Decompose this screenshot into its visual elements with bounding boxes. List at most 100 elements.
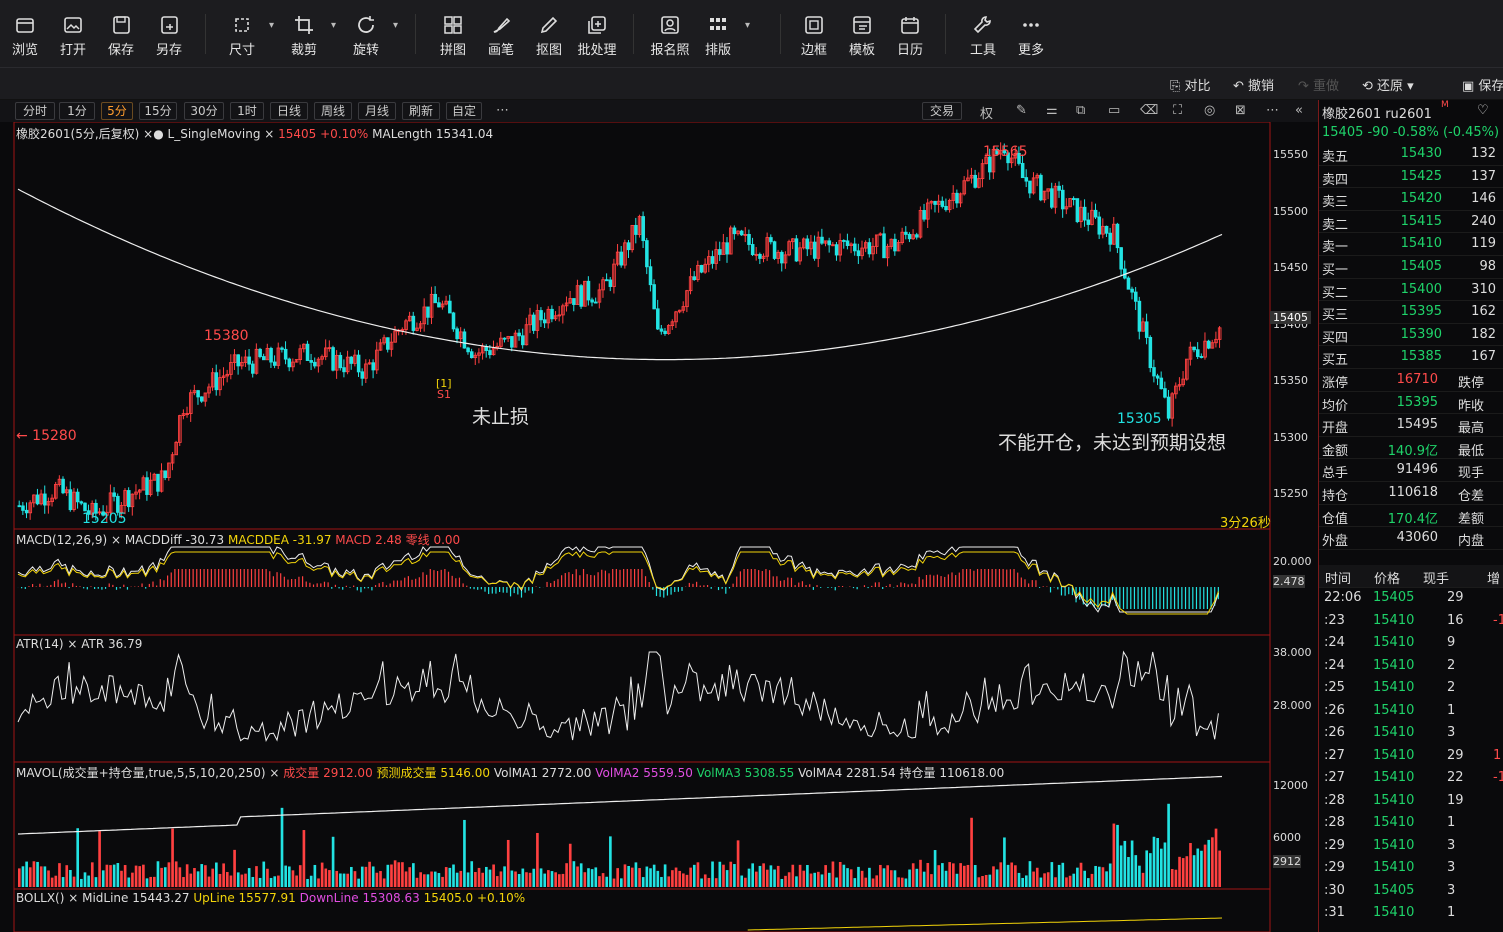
price-tick: 15450: [1273, 261, 1308, 275]
volume-bar: [565, 863, 568, 887]
period-tab-10[interactable]: 自定: [446, 102, 482, 120]
toolbar-crop-button[interactable]: 裁剪: [280, 12, 328, 58]
tick-header: 时间 价格 现手增: [1319, 565, 1503, 588]
layout-icon: [710, 18, 726, 30]
trade-button[interactable]: 交易: [922, 102, 962, 120]
volume-bar: [911, 863, 915, 887]
toolbar-layout-button[interactable]: 排版: [694, 12, 742, 58]
vol-legend-item: MAVOL(成交量+持仓量,true,5,5,10,20,250): [16, 766, 266, 780]
collapse-icon[interactable]: «: [1295, 103, 1303, 118]
heart-icon[interactable]: ♡: [1477, 103, 1489, 118]
candle-body: [386, 337, 390, 350]
volume-bar: [225, 872, 229, 887]
more-icon[interactable]: ⋯: [496, 103, 509, 118]
copy-icon[interactable]: ⧉: [1076, 103, 1085, 118]
candle-body: [517, 332, 521, 337]
candle-body: [933, 200, 937, 205]
compare-button[interactable]: ⎘ 对比: [1170, 75, 1211, 94]
period-tab-3[interactable]: 15分: [139, 102, 177, 120]
tick-row: :23 15410 16 -1: [1324, 612, 1503, 628]
volume-bar: [1097, 866, 1101, 887]
period-tab-7[interactable]: 周线: [314, 102, 352, 120]
toolbar-save-button[interactable]: 保存: [97, 12, 145, 58]
period-tab-5[interactable]: 1时: [230, 102, 264, 120]
volume-bar: [992, 866, 995, 887]
undo-button[interactable]: ↶ 撤销: [1233, 75, 1274, 94]
volume-bar: [189, 873, 193, 887]
tick-row: :28 15410 1: [1324, 815, 1456, 830]
toolbar-more-button[interactable]: 更多: [1007, 12, 1055, 58]
settings-sliders-icon[interactable]: ⚌: [1046, 103, 1058, 118]
candle-body: [247, 356, 251, 365]
tick-row: :29 15410 3: [1324, 860, 1456, 875]
period-tab-4[interactable]: 30分: [184, 102, 224, 120]
candle-body: [699, 264, 704, 273]
chevron-down-icon[interactable]: ▾: [331, 20, 336, 31]
candle-body: [550, 308, 554, 320]
toolbar-wrench-button[interactable]: 工具: [959, 12, 1007, 58]
trash-icon[interactable]: ⌫: [1140, 103, 1158, 118]
toolbar-folder-button[interactable]: 浏览: [1, 12, 49, 58]
volume-bar: [156, 861, 160, 887]
rights-toggle[interactable]: 权: [980, 103, 993, 122]
chevron-down-icon[interactable]: ▾: [269, 20, 274, 31]
candle-body: [287, 358, 292, 368]
toolbar-border-button[interactable]: 边框: [790, 12, 838, 58]
close-window-icon[interactable]: ⊠: [1235, 103, 1246, 118]
volume-bar: [820, 874, 824, 887]
candle-body: [283, 348, 288, 360]
chevron-down-icon[interactable]: ▾: [745, 20, 750, 31]
candle-body: [127, 490, 131, 508]
period-bar: 分时 1分 5分 15分 30分 1时 日线 周线 月线 刷新 自定 ⋯ 交易权 ✎ ⚌ ⧉ ▭ ⌫ ⛶ ◎ ⊠ ⋯ «: [0, 100, 1318, 122]
volume-bar: [838, 861, 842, 887]
toolbar-id-photo-button[interactable]: 报名照: [646, 12, 694, 58]
boll-legend-item: DownLine 15308.63: [299, 891, 420, 905]
chart-area[interactable]: 15550 15500 15450 15400 15350 15300 15250 15405…: [0, 122, 1318, 932]
target-icon[interactable]: ◎: [1204, 103, 1215, 118]
candle-body: [1093, 209, 1098, 218]
volume-bar: [134, 865, 138, 887]
vol-legend-item: VolMA1 2772.00: [493, 766, 592, 780]
period-tab-0[interactable]: 分时: [15, 102, 55, 120]
toolbar-template-button[interactable]: 模板: [838, 12, 886, 58]
save-button[interactable]: ▣ 保存: [1462, 75, 1503, 94]
toolbar-brush-button[interactable]: 画笔: [477, 12, 525, 58]
period-tab-2[interactable]: 5分: [101, 102, 133, 120]
legend-indicator: L_SingleMoving: [167, 127, 261, 141]
volume-bar: [262, 861, 266, 887]
period-tab-1[interactable]: 1分: [59, 102, 95, 120]
volume-bar: [499, 871, 503, 887]
candle-body: [112, 492, 116, 497]
toolbar-cutout-button[interactable]: 抠图: [525, 12, 573, 58]
chevron-down-icon[interactable]: ▾: [393, 20, 398, 31]
candle-body: [1024, 177, 1029, 182]
window-icon[interactable]: ▭: [1108, 103, 1120, 118]
period-tab-9[interactable]: 刷新: [402, 102, 440, 120]
volume-bar: [448, 867, 452, 887]
toolbar-image-open-button[interactable]: 打开: [49, 12, 97, 58]
volume-bar: [660, 876, 663, 887]
mark-label: 15380: [204, 328, 249, 344]
period-tab-8[interactable]: 月线: [358, 102, 396, 120]
candle-body: [1199, 356, 1204, 358]
more-icon[interactable]: ⋯: [1266, 103, 1279, 118]
redo-label: 重做: [1313, 79, 1340, 94]
toolbar-resize-button[interactable]: 尺寸: [218, 12, 266, 58]
volume-bar: [620, 878, 623, 887]
toolbar-save-as-button[interactable]: 另存: [145, 12, 193, 58]
candle-body: [586, 280, 591, 301]
toolbar-rotate-button[interactable]: 旋转: [342, 12, 390, 58]
volume-bar: [1119, 845, 1123, 887]
toolbar-batch-button[interactable]: 批处理: [573, 12, 621, 58]
volume-bar: [981, 876, 984, 887]
pen-icon[interactable]: ✎: [1016, 103, 1027, 118]
volume-bar: [145, 878, 149, 887]
volume-bar: [908, 869, 911, 887]
redo-button[interactable]: ↷ 重做: [1298, 75, 1339, 94]
fullscreen-icon[interactable]: ⛶: [1173, 103, 1182, 118]
period-tab-6[interactable]: 日线: [270, 102, 308, 120]
restore-button[interactable]: ⟲ 还原 ▾: [1362, 75, 1414, 94]
boll-legend-item: BOLLX(): [16, 891, 65, 905]
toolbar-calendar-button[interactable]: 日历: [886, 12, 934, 58]
toolbar-collage-button[interactable]: 拼图: [429, 12, 477, 58]
